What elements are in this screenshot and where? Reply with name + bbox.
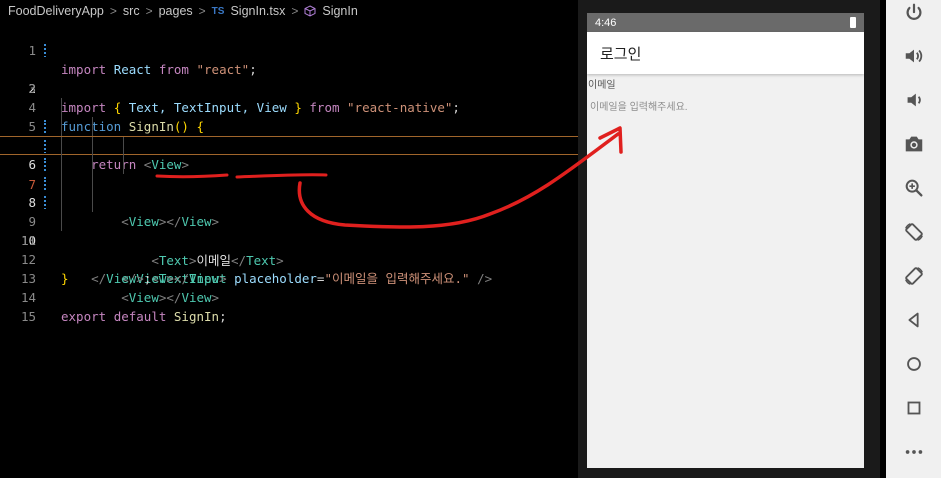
breadcrumb-folder-pages[interactable]: pages (159, 4, 193, 18)
code-line[interactable]: 2 import { Text, TextInput, View } from … (0, 41, 578, 115)
chevron-right-icon: > (109, 4, 117, 18)
power-icon (906, 3, 922, 20)
indent-guide (123, 155, 124, 174)
rotate-right-icon (905, 267, 923, 285)
git-change-marker (44, 158, 46, 171)
code-area[interactable]: 1 import React from "react"; 2 import { … (0, 22, 578, 324)
rotate-left-button[interactable] (901, 219, 927, 245)
email-input[interactable] (588, 97, 852, 117)
screenshot-button[interactable] (901, 131, 927, 157)
zoom-button[interactable] (901, 175, 927, 201)
chevron-right-icon: > (145, 4, 153, 18)
code-line[interactable]: 1 import React from "react"; (0, 22, 578, 77)
code-line[interactable]: 5 return <View> (0, 98, 578, 172)
overview-button[interactable] (901, 395, 927, 421)
code-line[interactable]: 15 (0, 288, 578, 324)
indent-guide (123, 137, 124, 156)
code-line[interactable]: 3 (0, 60, 578, 96)
zoom-icon (905, 179, 923, 197)
breadcrumb: FoodDeliveryApp > src > pages > TS SignI… (0, 0, 578, 22)
code-token: default (113, 309, 167, 324)
back-icon (908, 312, 919, 328)
rotate-right-button[interactable] (901, 263, 927, 289)
indent-guide (92, 174, 93, 193)
camera-icon (905, 136, 923, 152)
code-line[interactable]: 14 export default SignIn; (0, 269, 578, 324)
line-number: 15 (20, 309, 36, 324)
indent-guide (92, 193, 93, 212)
code-line[interactable]: 10 <View></View> (0, 193, 578, 305)
chevron-right-icon: > (198, 4, 206, 18)
overview-icon (907, 401, 921, 415)
code-line[interactable]: 13 (0, 250, 578, 286)
git-change-marker (44, 196, 46, 209)
code-line[interactable]: 9 </View></View> (0, 174, 578, 286)
status-time: 4:46 (595, 16, 617, 29)
volume-up-icon (905, 49, 923, 63)
git-change-marker (44, 140, 46, 153)
git-change-marker (44, 177, 46, 190)
battery-icon (850, 17, 856, 28)
volume-down-icon (907, 93, 921, 107)
status-bar: 4:46 (587, 13, 864, 32)
chevron-right-icon: > (291, 4, 299, 18)
indent-guide (61, 155, 62, 174)
code-line-highlighted[interactable]: 7 <Text>이메일</Text> (0, 136, 578, 268)
code-token: export (61, 309, 107, 324)
more-icon (905, 450, 923, 454)
volume-down-button[interactable] (901, 87, 927, 113)
power-button[interactable] (901, 0, 927, 26)
home-button[interactable] (901, 351, 927, 377)
rotate-left-icon (905, 223, 923, 241)
indent-guide (92, 137, 93, 156)
code-token: ; (219, 309, 227, 324)
indent-guide (61, 212, 62, 231)
code-line[interactable]: 11 </View>; (0, 212, 578, 286)
breadcrumb-project[interactable]: FoodDeliveryApp (8, 4, 104, 18)
breadcrumb-folder-src[interactable]: src (123, 4, 140, 18)
typescript-file-icon: TS (211, 5, 225, 17)
code-editor[interactable]: FoodDeliveryApp > src > pages > TS SignI… (0, 0, 578, 478)
phone-screen[interactable]: 4:46 로그인 이메일 (587, 13, 864, 468)
indent-guide (92, 117, 93, 136)
code-line[interactable]: 6 <View></View> (0, 117, 578, 229)
code-line[interactable]: 8 <TextInput placeholder="이메일을 입력해주세요." … (0, 155, 578, 286)
git-change-marker (44, 120, 46, 133)
indent-guide (61, 137, 62, 156)
breadcrumb-symbol[interactable]: SignIn (322, 4, 357, 18)
email-label: 이메일 (588, 80, 616, 91)
indent-guide (61, 193, 62, 212)
symbol-cube-icon (304, 5, 316, 17)
breadcrumb-file[interactable]: SignIn.tsx (230, 4, 285, 18)
code-token: SignIn (173, 309, 220, 324)
page-title: 로그인 (600, 45, 642, 63)
emulator-toolbar (886, 0, 941, 478)
indent-guide (61, 98, 62, 117)
indent-guide (92, 155, 93, 174)
indent-guide (61, 117, 62, 136)
app-header: 로그인 (587, 32, 864, 74)
home-icon (907, 357, 921, 371)
indent-guide (61, 174, 62, 193)
code-line[interactable]: 4 function SignIn() { (0, 79, 578, 134)
git-change-marker (44, 44, 46, 57)
more-button[interactable] (901, 439, 927, 465)
volume-up-button[interactable] (901, 43, 927, 69)
back-button[interactable] (901, 307, 927, 333)
code-line[interactable]: 12 } (0, 231, 578, 286)
